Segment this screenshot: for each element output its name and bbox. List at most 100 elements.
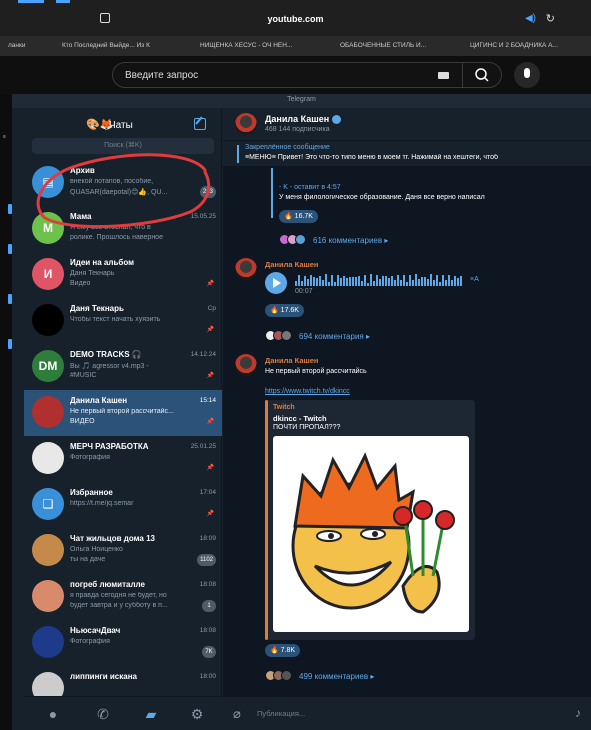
chat-avatar	[32, 534, 64, 566]
chat-name: липпинги искана	[70, 672, 137, 681]
waveform-bar	[418, 278, 420, 286]
chat-avatar	[32, 304, 64, 336]
search-placeholder: Введите запрос	[125, 70, 199, 81]
cartoon-illustration	[291, 452, 455, 614]
waveform-bar	[421, 276, 423, 286]
pinned-message-bar[interactable]: Закреплённое сообщение ≡МЕНЮ≡ Привет! Эт…	[223, 140, 591, 166]
post-text: Не первый второй рассчитайсь	[265, 368, 367, 375]
address-bar[interactable]: youtube.com	[0, 14, 591, 24]
waveform-bar	[352, 276, 354, 286]
post-author[interactable]: Данила Кашен	[265, 356, 318, 365]
chat-list-item[interactable]: ❏ Избранное 17:04 https://t.me/jq.semar 📌	[24, 482, 222, 528]
bookmark-item[interactable]: ЦИГИНС И 2 БОАДНИКА А...	[470, 42, 558, 49]
channel-header[interactable]: Данила Кашен 468 144 подписчика	[223, 108, 591, 140]
microphone-icon[interactable]	[514, 62, 540, 88]
chat-preview: я правда сегодня не будет, но	[70, 592, 167, 599]
chat-list-item[interactable]: НьюсачДвач 18:08 Фотография 7K	[24, 620, 222, 666]
phone-icon[interactable]: ✆	[94, 705, 112, 723]
bookmark-item[interactable]: Кто Последний Выйде... Из К	[62, 42, 150, 49]
post-link[interactable]: https://www.twitch.tv/dkincc	[265, 388, 350, 395]
chat-list-item[interactable]: И Идеи на альбом Даня Текнарь Видео 📌	[24, 252, 222, 298]
active-tab-indicator	[18, 0, 44, 3]
comments-link[interactable]: 616 комментариев ▸	[313, 236, 388, 245]
waveform-bar	[436, 275, 438, 286]
waveform-bar	[325, 274, 327, 286]
sidebar-title[interactable]: Чаты	[109, 120, 133, 131]
chat-time: 18:00	[199, 673, 216, 680]
reaction-chip[interactable]: 🔥 7.8K	[265, 644, 301, 657]
bookmark-item[interactable]: НИЩЕНКА ХЕСУС - ОЧ НЕН...	[200, 42, 292, 49]
chat-list-item[interactable]: ▤ Архив внекой потапов, пособие, QUASAR(dae…	[24, 160, 222, 206]
voice-waveform[interactable]	[295, 274, 465, 286]
waveform-bar	[424, 277, 426, 286]
composer-input[interactable]: Публикация...	[257, 709, 305, 718]
chat-list-item[interactable]: МЕРЧ РАЗРАБОТКА 25.01.25 Фотография 📌	[24, 436, 222, 482]
pinned-text: ≡МЕНЮ≡ Привет! Это что-то типо меню в мо…	[245, 154, 499, 161]
bookmark-item[interactable]: ланки	[8, 42, 25, 49]
chat-preview-line2: ты на даче	[70, 556, 106, 563]
channel-name-text: Данила Кашен	[265, 114, 330, 124]
author-avatar[interactable]	[235, 354, 257, 376]
chat-time: 15.05.25	[190, 213, 216, 220]
waveform-bar	[361, 280, 363, 286]
chat-list-item[interactable]: М Мама 15.05.25 Я ему все отослал, что в рол…	[24, 206, 222, 252]
comments-count: 616 комментариев	[313, 236, 383, 245]
chat-name: Избранное	[70, 488, 113, 497]
waveform-bar	[376, 275, 378, 286]
post-author[interactable]: Данила Кашен	[265, 260, 318, 269]
waveform-bar	[310, 274, 312, 286]
reload-icon[interactable]: ↻	[546, 12, 555, 25]
chat-search-input[interactable]: Поиск (⌘K)	[32, 138, 214, 154]
bell-icon[interactable]: ♪	[575, 706, 581, 720]
waveform-bar	[370, 274, 372, 286]
chats-icon[interactable]: ▰	[142, 705, 160, 723]
chat-list-item[interactable]: погреб люмиталле 18:08 я правда сегодня не…	[24, 574, 222, 620]
comments-link[interactable]: 499 комментариев ▸	[299, 672, 374, 681]
chat-list-item[interactable]: Данила Кашен 15:14 Не первый второй рассчи…	[24, 390, 222, 436]
search-icon[interactable]	[471, 66, 493, 84]
unread-badge: 1102	[197, 554, 216, 566]
chat-list-item[interactable]: Чат жильцов дома 13 18:09 Ольга Ноиценко ты…	[24, 528, 222, 574]
telegram-window: Telegram 🎨🦊 Чаты Поиск (⌘K) ▤ Архив внекой…	[12, 94, 591, 730]
chat-avatar: И	[32, 258, 64, 290]
preview-image[interactable]	[273, 436, 469, 632]
channel-name[interactable]: Данила Кашен	[265, 114, 342, 125]
chat-list-item[interactable]: Даня Текнарь Ср Чтобы текст начать хуяэить…	[24, 298, 222, 344]
chat-preview-line2: будет завтра и у субботу в п...	[70, 602, 168, 609]
waveform-bar	[403, 275, 405, 286]
waveform-bar	[316, 278, 318, 286]
play-icon[interactable]	[265, 272, 287, 294]
commenter-avatar	[295, 234, 306, 245]
profile-icon[interactable]: ●	[44, 705, 62, 723]
gear-icon[interactable]: ⚙	[188, 705, 206, 723]
unread-badge: 7K	[202, 646, 216, 658]
sidebar-header: 🎨🦊 Чаты Поиск (⌘K)	[24, 108, 222, 156]
channel-avatar[interactable]	[235, 113, 257, 135]
youtube-header: Введите запрос	[0, 56, 591, 94]
waveform-bar	[430, 274, 432, 286]
bookmark-item[interactable]: ОБАБОЧЕННЫЕ СТИЛЬ И...	[340, 42, 426, 49]
attach-icon[interactable]: ⌀	[233, 706, 241, 722]
volume-icon[interactable]: ◀)	[525, 13, 536, 24]
bookmarks-bar: ланки Кто Последний Выйде... Из К НИЩЕНК…	[0, 36, 591, 56]
waveform-bar	[340, 278, 342, 286]
playback-speed[interactable]: ×A	[470, 276, 479, 283]
comments-link[interactable]: 694 комментария ▸	[299, 332, 370, 341]
reaction-chip[interactable]: 🔥 17.6K	[265, 304, 304, 317]
chat-preview: внекой потапов, пособие,	[70, 178, 154, 185]
preview-title: dkincc - Twitch	[273, 414, 327, 423]
compose-icon[interactable]	[194, 118, 206, 130]
keyboard-icon[interactable]	[438, 72, 449, 79]
waveform-bar	[334, 282, 336, 286]
chat-list-item[interactable]: DM DEMO TRACKS 🎧 14.12.24 Вы 🎵 agressor v4.…	[24, 344, 222, 390]
reaction-chip[interactable]: 🔥 16.7K	[279, 210, 318, 223]
chat-time: 25.01.25	[190, 443, 216, 450]
author-avatar[interactable]	[235, 258, 257, 280]
youtube-search-input[interactable]: Введите запрос	[112, 62, 502, 88]
chat-preview: https://t.me/jq.semar	[70, 500, 134, 507]
chat-preview-line2: QUASAR(daepotal)😊👍, QU...	[70, 189, 168, 196]
chat-name: погреб люмиталле	[70, 580, 145, 589]
chat-time: 15:14	[199, 397, 216, 404]
link-preview[interactable]: Twitch dkincc - Twitch ПОЧТИ ПРОПАЛ???	[265, 400, 475, 640]
verified-icon	[332, 115, 342, 125]
